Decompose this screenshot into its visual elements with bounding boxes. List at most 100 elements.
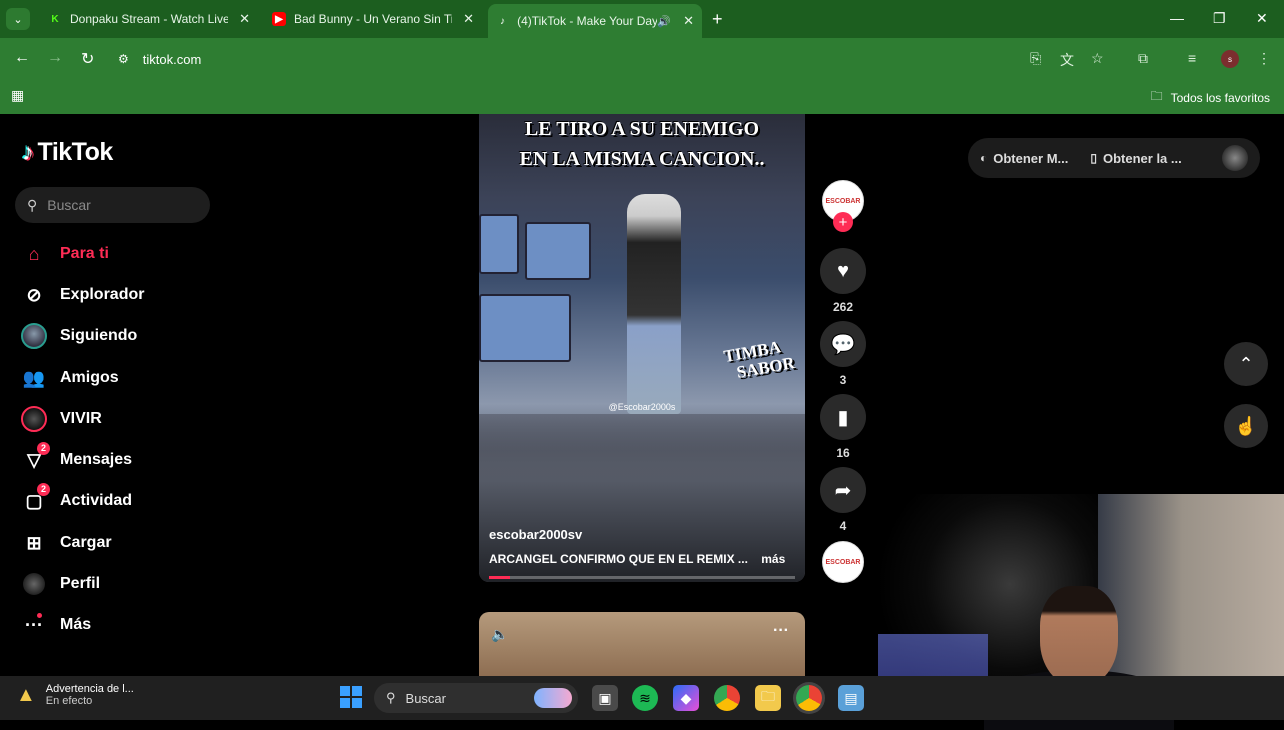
nav-siguiendo[interactable]: Siguiendo: [20, 321, 137, 351]
nav-mensajes[interactable]: ▽ 2 Mensajes: [20, 442, 132, 475]
weather-warning[interactable]: ▲ Advertencia de l... En efecto: [16, 683, 134, 707]
url-text: tiktok.com: [142, 51, 202, 67]
chrome-profile-icon[interactable]: [796, 685, 822, 711]
bookmark-icon[interactable]: ▮: [820, 394, 866, 440]
tab-donpaku[interactable]: K Donpaku Stream - Watch Live c ✕: [40, 4, 258, 34]
close-tab-icon[interactable]: ✕: [463, 11, 474, 27]
folder-icon: 🗀: [1150, 89, 1163, 103]
windows-start-icon[interactable]: [340, 686, 362, 708]
video-options-icon[interactable]: ···: [773, 622, 789, 640]
address-bar[interactable]: ⚙ tiktok.com: [118, 45, 1118, 73]
user-avatar[interactable]: [1222, 145, 1248, 171]
all-bookmarks[interactable]: 🗀 Todos los favoritos: [1151, 87, 1270, 108]
next-video-button[interactable]: ☝: [1224, 404, 1268, 448]
get-coins-button[interactable]: ◐ Obtener M...: [980, 151, 1068, 166]
profile-avatar[interactable]: s: [1221, 50, 1239, 68]
extensions-icon[interactable]: ⧉: [1138, 50, 1148, 67]
nav-vivir[interactable]: VIVIR: [20, 404, 102, 434]
upload-icon: ⊞: [26, 532, 42, 553]
taskbar-search[interactable]: ⚲ Buscar: [374, 683, 578, 713]
menu-dots-icon[interactable]: ⋮: [1257, 50, 1271, 67]
warning-title: Advertencia de l...: [45, 683, 134, 695]
site-settings-icon[interactable]: ⚙: [118, 52, 129, 66]
comment-action[interactable]: 💬 3: [820, 321, 866, 387]
share-action[interactable]: ➦ 4: [820, 467, 866, 533]
warning-status: En efecto: [45, 695, 93, 707]
video-description: ARCANGEL CONFIRMO QUE EN EL REMIX ... má…: [489, 552, 785, 566]
video-screen-shape: [525, 222, 591, 280]
nav-label: Actividad: [60, 492, 133, 509]
video-player[interactable]: LE TIRO A SU ENEMIGO EN LA MISMA CANCION…: [479, 114, 805, 582]
follow-button[interactable]: +: [833, 212, 853, 232]
logo-text: TikTok: [37, 138, 114, 166]
nav-explorador[interactable]: ⊘ Explorador: [20, 280, 144, 310]
more-link[interactable]: más: [761, 552, 785, 566]
reload-icon[interactable]: ↻: [81, 49, 94, 69]
video-overlay-logo: TIMBA SABOR: [722, 336, 796, 383]
translate-icon[interactable]: 文: [1060, 50, 1074, 70]
tiktok-search[interactable]: ⚲: [15, 187, 210, 223]
browser-toolbar: ← → ↻ ⚙ tiktok.com ⎘ 文 ☆ ⧉ ≡ ⋮: [0, 38, 1284, 80]
previous-video-button[interactable]: ⌃: [1224, 342, 1268, 386]
live-icon: [20, 405, 48, 433]
video-watermark: @Escobar2000s: [608, 402, 676, 412]
chrome-icon[interactable]: [714, 685, 740, 711]
tiktok-favicon-icon: ♪: [500, 15, 506, 27]
tab-search-chevron-icon[interactable]: ⌄: [6, 8, 30, 30]
video-caption-line2: EN LA MISMA CANCION..: [519, 148, 765, 170]
chevron-up-icon: ⌃: [1238, 353, 1254, 374]
heart-icon[interactable]: ♥: [820, 248, 866, 294]
task-view-icon[interactable]: ▣: [592, 685, 618, 711]
nav-mas[interactable]: ··· Más: [20, 610, 91, 640]
forward-icon[interactable]: →: [47, 49, 63, 67]
back-icon[interactable]: ←: [14, 49, 30, 67]
minimize-icon[interactable]: —: [1170, 10, 1184, 26]
close-tab-icon[interactable]: ✕: [683, 13, 694, 29]
video-screen-shape: [479, 294, 571, 362]
home-icon: ⌂: [28, 243, 40, 264]
nav-label: VIVIR: [60, 410, 102, 427]
speaker-icon[interactable]: 🔊: [657, 15, 671, 28]
bookmark-star-icon[interactable]: ☆: [1091, 50, 1104, 67]
nav-para-ti[interactable]: ⌂ Para ti: [20, 239, 109, 269]
media-controls-icon[interactable]: ≡: [1188, 50, 1196, 66]
file-explorer-icon[interactable]: 🗀: [755, 685, 781, 711]
nav-perfil[interactable]: Perfil: [20, 569, 100, 599]
friends-icon: 👥: [22, 367, 46, 388]
apps-grid-icon[interactable]: ▦: [11, 87, 24, 104]
comment-icon[interactable]: 💬: [820, 321, 866, 367]
like-action[interactable]: ♥ 262: [820, 248, 866, 314]
webcam-person-head: [1040, 586, 1118, 686]
new-tab-icon[interactable]: +: [712, 9, 723, 30]
get-app-label: Obtener la ...: [1102, 150, 1182, 166]
comment-count: 3: [839, 373, 847, 387]
save-action[interactable]: ▮ 16: [820, 394, 866, 460]
video-screen-shape: [479, 214, 519, 274]
tab-title: Donpaku Stream - Watch Live c: [70, 12, 228, 26]
share-count: 4: [839, 519, 847, 533]
app-window-icon[interactable]: ▤: [838, 685, 864, 711]
kick-favicon-icon: K: [51, 13, 59, 25]
close-tab-icon[interactable]: ✕: [239, 11, 250, 27]
music-disc-icon[interactable]: ESCOBAR: [822, 541, 864, 583]
restore-icon[interactable]: ❐: [1213, 10, 1226, 27]
volume-icon[interactable]: 🔈: [491, 626, 508, 643]
next-video-preview[interactable]: 🔈 ···: [479, 612, 805, 676]
tab-tiktok[interactable]: ♪ (4)TikTok - Make Your Day 🔊 ✕: [488, 4, 702, 38]
nav-actividad[interactable]: ▢ 2 Actividad: [20, 483, 133, 516]
install-app-icon[interactable]: ⎘: [1030, 50, 1041, 67]
spotify-icon[interactable]: ≋: [632, 685, 658, 711]
nav-amigos[interactable]: 👥 Amigos: [20, 363, 119, 393]
get-app-button[interactable]: ▯ Obtener la ...: [1090, 151, 1181, 166]
close-window-icon[interactable]: ✕: [1256, 10, 1268, 27]
copilot-icon[interactable]: ◆: [673, 685, 699, 711]
nav-cargar[interactable]: ⊞ Cargar: [20, 528, 111, 558]
video-author[interactable]: escobar2000sv: [489, 527, 582, 542]
video-progress-bar[interactable]: [489, 576, 795, 579]
share-icon[interactable]: ➦: [820, 467, 866, 513]
messages-badge: 2: [36, 442, 50, 455]
activity-icon: ▢ 2: [20, 483, 50, 515]
tiktok-logo[interactable]: ♪ TikTok: [22, 138, 113, 167]
tab-bad-bunny[interactable]: ▶ Bad Bunny - Un Verano Sin Ti A ✕: [264, 4, 482, 34]
search-input[interactable]: [47, 197, 188, 213]
